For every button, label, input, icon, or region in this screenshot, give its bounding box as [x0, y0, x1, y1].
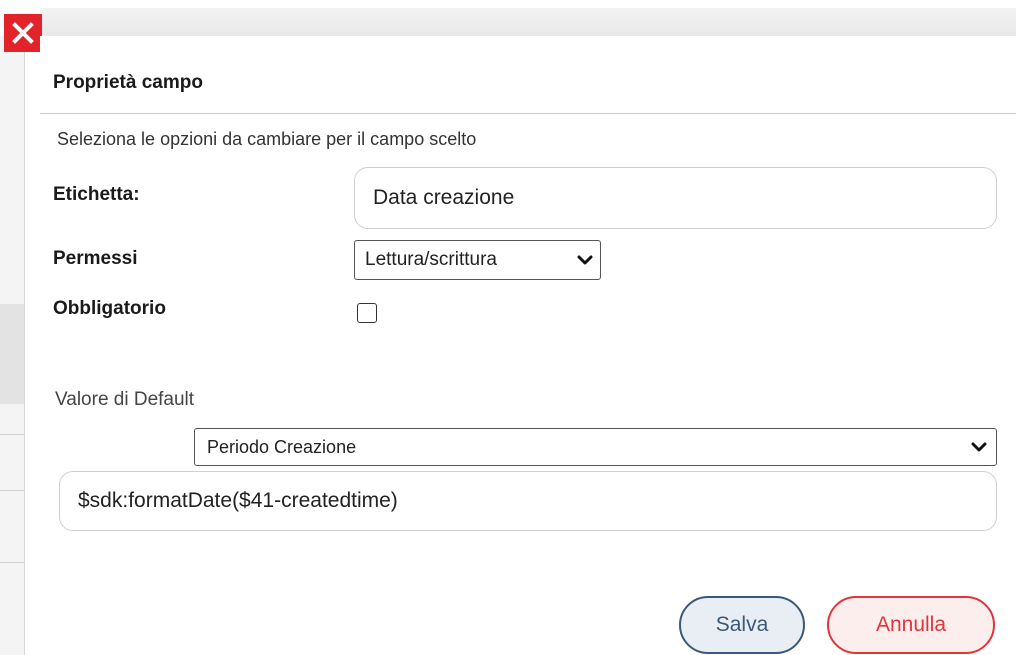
permissions-label: Permessi	[53, 248, 138, 269]
chevron-down-icon	[971, 442, 987, 452]
field-properties-dialog: Proprietà campo Seleziona le opzioni da …	[40, 36, 1016, 655]
background-header-bar	[40, 8, 1016, 36]
default-value-label: Valore di Default	[55, 389, 195, 410]
label-field-label: Etichetta:	[53, 184, 140, 205]
save-button[interactable]: Salva	[679, 596, 805, 654]
background-sidebar-divider	[0, 562, 24, 563]
cancel-button[interactable]: Annulla	[827, 596, 995, 654]
permissions-select[interactable]: Lettura/scrittura	[354, 240, 601, 280]
mandatory-checkbox[interactable]	[357, 303, 377, 323]
background-sidebar-shade	[0, 304, 24, 404]
close-button[interactable]	[4, 14, 42, 52]
background-sidebar-divider	[0, 434, 24, 435]
background-sidebar-divider	[0, 490, 24, 491]
default-value-select-value: Periodo Creazione	[207, 436, 357, 457]
dialog-title: Proprietà campo	[53, 72, 203, 93]
mandatory-label: Obbligatorio	[53, 298, 166, 319]
default-expression-input[interactable]: $sdk:formatDate($41-createdtime)	[59, 471, 997, 531]
default-value-select[interactable]: Periodo Creazione	[194, 428, 997, 466]
dialog-subtitle: Seleziona le opzioni da cambiare per il …	[57, 129, 477, 149]
title-divider	[40, 113, 1016, 114]
permissions-select-value: Lettura/scrittura	[365, 249, 497, 270]
background-sidebar	[0, 36, 25, 655]
label-input[interactable]: Data creazione	[354, 167, 997, 229]
close-icon	[12, 22, 34, 44]
chevron-down-icon	[577, 255, 593, 265]
